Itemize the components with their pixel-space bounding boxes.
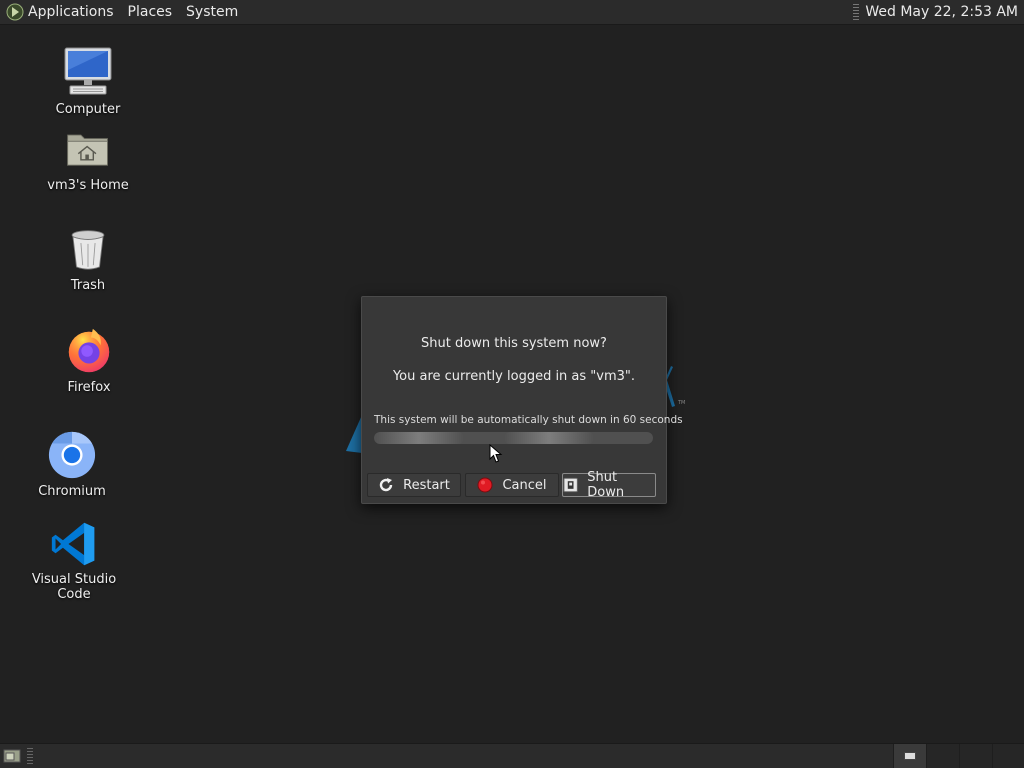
desktop-icon-label: vm3's Home <box>47 178 129 193</box>
clock-area: Wed May 22, 2:53 AM <box>853 0 1024 24</box>
system-menu-label: System <box>186 4 239 20</box>
places-menu[interactable]: Places <box>122 0 181 24</box>
panel-handle[interactable] <box>853 4 860 20</box>
dialog-question: Shut down this system now? <box>421 336 607 351</box>
computer-icon <box>64 47 112 95</box>
desktop-icon-label: Firefox <box>67 380 111 395</box>
show-desktop-icon[interactable] <box>3 748 21 764</box>
desktop-icon-label: Trash <box>70 278 106 293</box>
workspace-2[interactable] <box>926 744 959 768</box>
desktop-icon-home[interactable]: vm3's Home <box>28 128 148 193</box>
desktop-icon-label: Computer <box>55 102 121 117</box>
progress-shimmer <box>374 432 464 444</box>
mouse-cursor-icon <box>489 444 503 463</box>
restart-label: Restart <box>403 477 450 493</box>
workspace-4[interactable] <box>992 744 1024 768</box>
trash-icon <box>71 230 105 270</box>
stop-icon <box>477 477 493 493</box>
shutdown-icon <box>563 477 578 493</box>
dialog-logged-in-text: You are currently logged in as "vm3". <box>392 369 636 384</box>
desktop-icon-trash[interactable]: Trash <box>28 228 148 293</box>
desktop-icon-label: Chromium <box>38 484 106 499</box>
desktop-icon-computer[interactable]: Computer <box>28 46 148 117</box>
workspace-1[interactable] <box>893 744 926 768</box>
top-panel: Applications Places System Wed May 22, 2… <box>0 0 1024 25</box>
desktop-icon-firefox[interactable]: Firefox <box>29 326 149 395</box>
shutdown-dialog: Shut down this system now? You are curre… <box>361 296 683 504</box>
places-menu-label: Places <box>127 4 173 20</box>
home-folder-icon <box>67 134 108 166</box>
firefox-icon <box>68 328 110 373</box>
workspace-window-thumb <box>904 752 916 760</box>
chromium-icon <box>48 431 96 479</box>
system-menu[interactable]: System <box>180 0 246 24</box>
wallpaper-logo-fragment: TM <box>664 366 685 407</box>
cancel-label: Cancel <box>502 477 547 493</box>
cancel-button[interactable]: Cancel <box>465 473 559 497</box>
restart-button[interactable]: Restart <box>367 473 461 497</box>
countdown-text: This system will be automatically shut d… <box>374 414 683 426</box>
desktop-icon-chromium[interactable]: Chromium <box>12 430 132 499</box>
bottom-panel <box>0 743 1024 768</box>
restart-icon <box>379 478 393 492</box>
wallpaper-logo-fragment <box>346 415 362 453</box>
vscode-icon <box>51 522 95 566</box>
panel-handle[interactable] <box>27 748 33 764</box>
workspace-3[interactable] <box>959 744 992 768</box>
clock[interactable]: Wed May 22, 2:53 AM <box>865 4 1018 20</box>
shutdown-label: Shut Down <box>587 470 625 500</box>
applications-menu-label: Applications <box>28 4 114 20</box>
shutdown-button[interactable]: Shut Down <box>562 470 656 500</box>
distro-logo-icon <box>6 3 24 21</box>
svg-text:TM: TM <box>677 400 685 406</box>
progress-shimmer <box>504 432 594 444</box>
applications-menu[interactable]: Applications <box>0 0 122 24</box>
countdown-progress-bar <box>374 432 653 444</box>
desktop-icon-label: Visual Studio Code <box>31 572 117 602</box>
desktop-icon-vscode[interactable]: Visual Studio Code <box>14 520 134 602</box>
